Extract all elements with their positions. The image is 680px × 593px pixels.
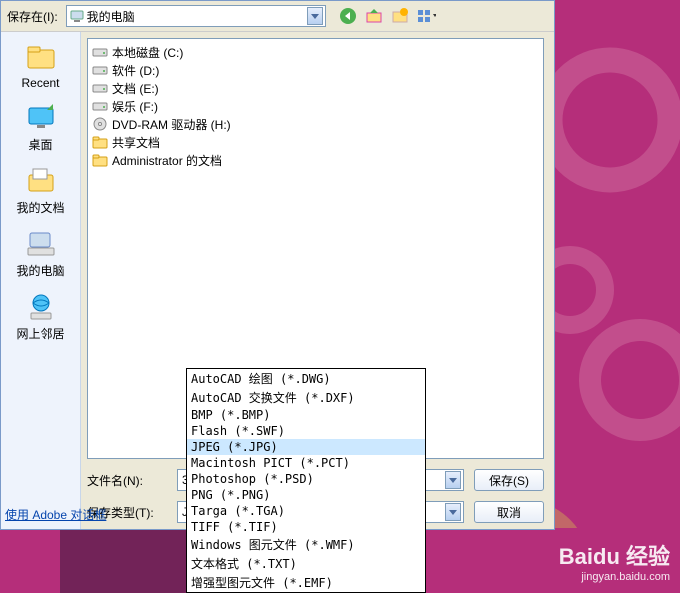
file-label: 本地磁盘 (C:) [112, 44, 183, 61]
dropdown-option[interactable]: TIFF (*.TIF) [187, 519, 425, 535]
chevron-down-icon[interactable] [445, 503, 461, 521]
location-combo[interactable]: 我的电脑 [66, 5, 326, 27]
file-row[interactable]: DVD-RAM 驱动器 (H:) [92, 115, 539, 133]
cancel-button[interactable]: 取消 [474, 501, 544, 523]
up-icon[interactable] [364, 6, 384, 26]
file-label: 娱乐 (F:) [112, 98, 158, 115]
folder-icon [92, 152, 108, 168]
dropdown-option[interactable]: JPEG (*.JPG) [187, 439, 425, 455]
file-row[interactable]: 共享文档 [92, 133, 539, 151]
dropdown-option[interactable]: BMP (*.BMP) [187, 407, 425, 423]
file-row[interactable]: 文档 (E:) [92, 79, 539, 97]
back-icon[interactable] [338, 6, 358, 26]
recent-folder-icon [25, 42, 57, 74]
watermark: Baidu 经验 jingyan.baidu.com [559, 539, 670, 583]
file-label: 文档 (E:) [112, 80, 159, 97]
dropdown-option[interactable]: AutoCAD 交换文件 (*.DXF) [187, 388, 425, 407]
chevron-down-icon[interactable] [445, 471, 461, 489]
folder-icon [92, 134, 108, 150]
file-label: DVD-RAM 驱动器 (H:) [112, 116, 231, 133]
views-icon[interactable] [416, 6, 436, 26]
filetype-dropdown[interactable]: AutoCAD 绘图 (*.DWG)AutoCAD 交换文件 (*.DXF)BM… [186, 368, 426, 593]
computer-icon [69, 8, 85, 24]
sidebar-item-documents[interactable]: 我的文档 [11, 163, 71, 218]
sidebar-item-desktop[interactable]: 桌面 [11, 100, 71, 155]
file-row[interactable]: 本地磁盘 (C:) [92, 43, 539, 61]
drive-icon [92, 80, 108, 96]
dvd-icon [92, 116, 108, 132]
file-label: 共享文档 [112, 134, 160, 151]
dropdown-option[interactable]: Targa (*.TGA) [187, 503, 425, 519]
dropdown-option[interactable]: 增强型图元文件 (*.EMF) [187, 573, 425, 592]
file-label: Administrator 的文档 [112, 152, 222, 169]
sidebar-item-computer[interactable]: 我的电脑 [11, 226, 71, 281]
filename-label: 文件名(N): [87, 472, 167, 489]
drive-icon [92, 62, 108, 78]
drive-icon [92, 98, 108, 114]
toolbar: 保存在(I): 我的电脑 [1, 1, 554, 32]
sidebar-item-network[interactable]: 网上邻居 [11, 289, 71, 344]
file-row[interactable]: 娱乐 (F:) [92, 97, 539, 115]
file-row[interactable]: Administrator 的文档 [92, 151, 539, 169]
dropdown-option[interactable]: Photoshop (*.PSD) [187, 471, 425, 487]
drive-icon [92, 44, 108, 60]
dropdown-option[interactable]: Windows 图元文件 (*.WMF) [187, 535, 425, 554]
dropdown-option[interactable]: PNG (*.PNG) [187, 487, 425, 503]
dropdown-option[interactable]: Flash (*.SWF) [187, 423, 425, 439]
chevron-down-icon[interactable] [307, 7, 323, 25]
save-in-label: 保存在(I): [7, 8, 58, 25]
dropdown-option[interactable]: AutoCAD 绘图 (*.DWG) [187, 369, 425, 388]
places-sidebar: Recent 桌面 我的文档 我的电脑 网上邻居 [1, 32, 81, 529]
save-button[interactable]: 保存(S) [474, 469, 544, 491]
new-folder-icon[interactable] [390, 6, 410, 26]
sidebar-item-recent[interactable]: Recent [11, 40, 71, 92]
file-row[interactable]: 软件 (D:) [92, 61, 539, 79]
watermark-brand: Baidu 经验 [559, 539, 670, 571]
dropdown-option[interactable]: 文本格式 (*.TXT) [187, 554, 425, 573]
adobe-dialog-link[interactable]: 使用 Adobe 对话框 [5, 506, 106, 523]
documents-icon [25, 165, 57, 197]
watermark-url: jingyan.baidu.com [559, 571, 670, 583]
network-icon [25, 291, 57, 323]
file-label: 软件 (D:) [112, 62, 159, 79]
desktop-icon [25, 102, 57, 134]
location-value: 我的电脑 [85, 8, 307, 25]
my-computer-icon [25, 228, 57, 260]
dropdown-option[interactable]: Macintosh PICT (*.PCT) [187, 455, 425, 471]
